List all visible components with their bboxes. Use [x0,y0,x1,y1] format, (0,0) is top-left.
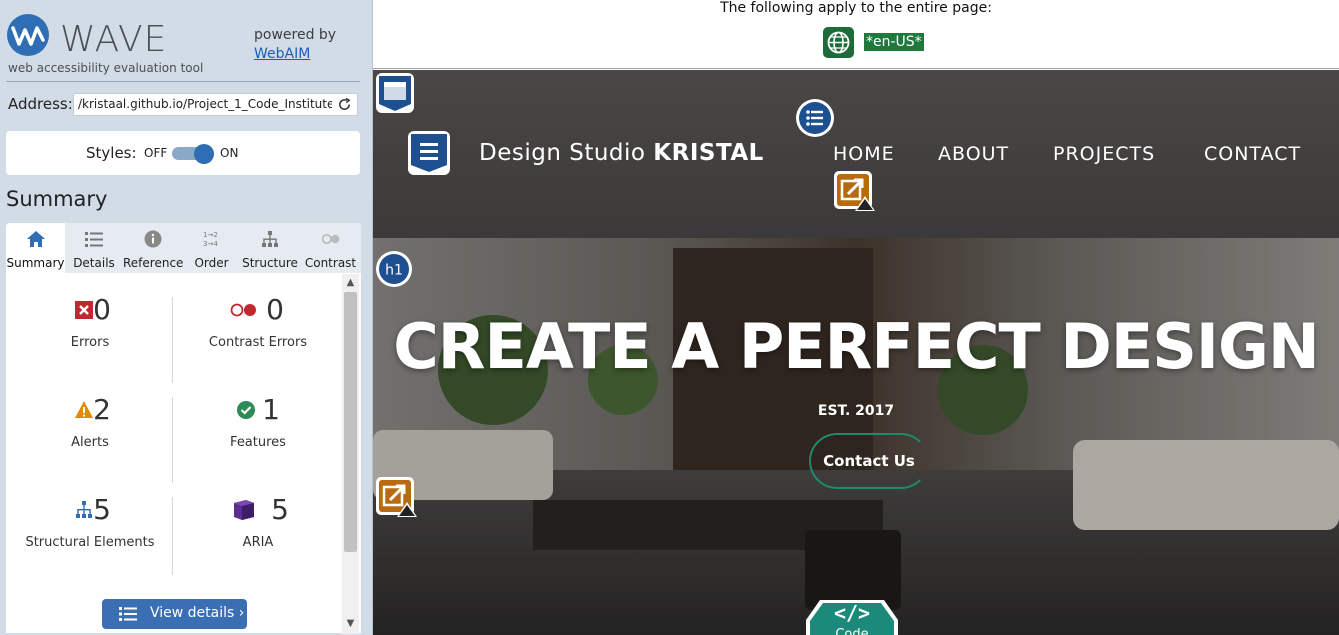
tab-label: Summary [6,256,65,270]
tab-label: Details [73,256,115,270]
aria-menu-icon[interactable] [407,130,451,176]
aria-landmark-icon[interactable] [375,72,415,114]
scroll-up-arrow-icon[interactable]: ▲ [342,274,359,291]
styles-panel: Styles: OFF ON [6,131,360,175]
summary-heading: Summary [6,187,108,211]
view-details-label: View details › [150,605,245,621]
redundant-link-alert-icon[interactable] [375,476,419,518]
tab-order[interactable]: 1→2 3→4 Order [183,223,240,273]
list-icon [85,232,103,247]
sidebar-scrollbar[interactable]: ▲ ▼ [342,274,359,634]
tab-structure[interactable]: Structure [240,223,300,273]
reload-icon[interactable] [337,97,352,112]
errors-count: 0 [93,293,111,326]
features-summary[interactable]: 1 Features [174,375,342,475]
tab-details[interactable]: Details [65,223,123,273]
wave-wordmark: WAVE [60,19,168,60]
brand-name-light: Design Studio [479,140,654,166]
tab-reference[interactable]: Reference [123,223,183,273]
structure-list-icon[interactable] [795,98,835,138]
toggle-knob [194,144,214,164]
structural-label: Structural Elements [25,535,155,550]
language-globe-icon[interactable] [823,27,854,58]
site-header: Design Studio KRISTAL HOME ABOUT PROJECT… [373,70,1339,238]
aria-count: 5 [271,493,289,526]
brand-name[interactable]: Design Studio KRISTAL [479,140,764,166]
tab-label: Contrast [304,256,357,270]
errors-summary[interactable]: 0 Errors [6,275,174,375]
view-details-button[interactable]: View details › [102,599,247,629]
alerts-summary[interactable]: 2 Alerts [6,375,174,475]
logo-divider [6,81,360,82]
contrast-errors-count: 0 [266,293,284,326]
hero-section: Design Studio KRISTAL HOME ABOUT PROJECT… [373,70,1339,635]
styles-off-label: OFF [144,146,168,160]
structure-icon [262,231,278,247]
heading-h1-icon[interactable]: h1 [375,250,413,288]
list-icon [119,607,137,621]
structural-count: 5 [93,493,111,526]
page-notice-text: The following apply to the entire page: [720,0,992,16]
h1-badge-label: h1 [385,263,403,279]
wave-sidebar: WAVE web accessibility evaluation tool p… [0,0,373,635]
address-input[interactable] [78,97,332,111]
structural-summary[interactable]: 5 Structural Elements [6,475,174,575]
nav-contact[interactable]: CONTACT [1204,143,1301,165]
home-icon [26,231,45,247]
wave-logo-icon [7,14,49,56]
tab-contrast[interactable]: Contrast [300,223,361,273]
hero-established: EST. 2017 [817,403,895,419]
scroll-thumb[interactable] [344,292,357,552]
redundant-link-alert-icon[interactable] [833,170,877,212]
errors-label: Errors [70,335,110,350]
hero-title: CREATE A PERFECT DESIGN [393,310,1320,383]
order-icon: 1→23→4 [203,231,218,248]
alerts-label: Alerts [71,435,109,450]
info-icon [144,230,162,248]
powered-by-text: powered by [254,27,337,43]
wave-logo-area: WAVE web accessibility evaluation tool p… [6,10,361,78]
nav-projects[interactable]: PROJECTS [1053,143,1155,165]
summary-grid: 0 Errors 0 Contrast Errors 2 Alerts 1 Fe… [6,275,342,575]
address-row: Address: [8,92,360,118]
styles-on-label: ON [220,146,239,160]
tab-summary[interactable]: Summary [6,223,65,273]
address-label: Address: [8,95,73,113]
webaim-link[interactable]: WebAIM [254,46,310,62]
nav-home[interactable]: HOME [833,143,895,165]
language-tag: *en-US* [864,33,924,51]
alerts-count: 2 [93,393,111,426]
styles-label: Styles: [86,144,137,162]
aria-summary[interactable]: 5 ARIA [174,475,342,575]
wave-tagline: web accessibility evaluation tool [8,61,204,75]
contact-us-button[interactable]: Contact Us [809,433,929,489]
tab-label: Reference [123,256,184,270]
contrast-errors-label: Contrast Errors [208,335,308,350]
address-box[interactable] [73,93,358,116]
nav-about[interactable]: ABOUT [938,143,1009,165]
page-notice: The following apply to the entire page: … [373,0,1339,69]
page-preview: The following apply to the entire page: … [373,0,1339,635]
tab-label: Order [194,256,229,270]
features-label: Features [230,435,286,450]
svg-text:</>: </> [834,601,870,625]
tab-bar: Summary Details Reference 1→2 3→4 Order S… [6,223,361,273]
styles-toggle[interactable] [172,144,214,164]
scroll-down-arrow-icon[interactable]: ▼ [342,615,359,632]
code-badge-label: Code [835,627,868,635]
brand-name-bold: KRISTAL [653,140,764,166]
contrast-icon [321,234,339,244]
contrast-errors-summary[interactable]: 0 Contrast Errors [174,275,342,375]
svg-text:3→4: 3→4 [203,240,218,248]
tab-panel: Summary Details Reference 1→2 3→4 Order S… [6,223,361,633]
features-count: 1 [262,393,280,426]
tab-label: Structure [242,256,298,270]
svg-text:1→2: 1→2 [203,231,218,239]
aria-label: ARIA [242,535,274,550]
code-element-icon[interactable]: </> Code [806,598,898,635]
